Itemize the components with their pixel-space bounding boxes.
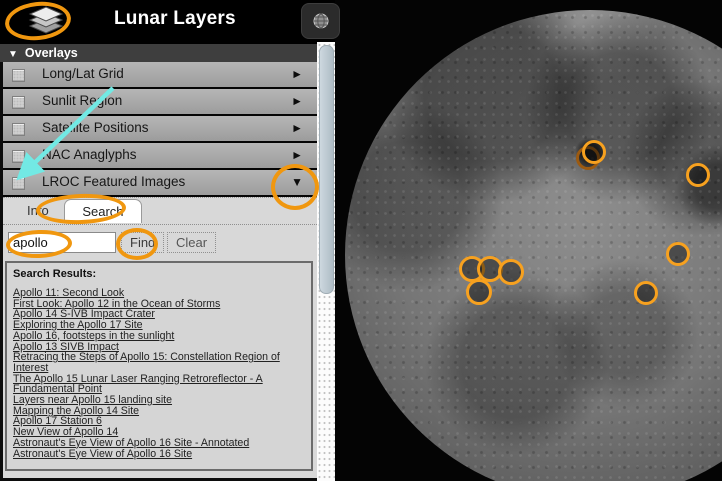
featured-image-marker[interactable] xyxy=(634,281,658,305)
overlay-label: Long/Lat Grid xyxy=(42,66,124,81)
globe-icon xyxy=(312,12,330,30)
tab-info[interactable]: Info xyxy=(15,198,61,222)
overlay-checkbox[interactable] xyxy=(12,177,25,190)
moon-globe[interactable] xyxy=(345,10,722,481)
lunar-layers-app: Lunar Layers ▼Overlays Long/Lat Grid►Sun… xyxy=(0,0,722,481)
search-results-heading: Search Results: xyxy=(13,268,305,280)
overlay-row-sunlit-region[interactable]: Sunlit Region ► xyxy=(3,89,317,116)
expander-icon[interactable]: ► xyxy=(291,148,303,162)
globe-button[interactable] xyxy=(301,3,340,39)
search-result-link[interactable]: Retracing the Steps of Apollo 15: Conste… xyxy=(13,352,305,373)
lroc-featured-panel: Info Search Find Clear Search Results: A… xyxy=(3,197,317,478)
overlay-label: LROC Featured Images xyxy=(42,174,185,189)
overlay-label: Sunlit Region xyxy=(42,93,122,108)
search-input[interactable] xyxy=(8,232,116,253)
overlay-row-nac-anaglyphs[interactable]: NAC Anaglyphs ► xyxy=(3,143,317,170)
featured-image-marker[interactable] xyxy=(666,242,690,266)
expander-icon[interactable]: ► xyxy=(291,67,303,81)
overlay-checkbox[interactable] xyxy=(12,123,25,136)
sidebar-scrollbar[interactable] xyxy=(317,42,335,481)
overlay-checkbox[interactable] xyxy=(12,69,25,82)
search-result-link[interactable]: Apollo 16, footsteps in the sunlight xyxy=(13,331,305,342)
expander-icon[interactable]: ► xyxy=(291,121,303,135)
overlay-row-satellite-positions[interactable]: Satellite Positions ► xyxy=(3,116,317,143)
featured-image-marker[interactable] xyxy=(498,259,524,285)
overlay-label: NAC Anaglyphs xyxy=(42,147,137,162)
layers-icon[interactable] xyxy=(28,5,64,44)
search-row: Find Clear xyxy=(3,225,317,259)
search-result-link[interactable]: Astronaut's Eye View of Apollo 16 Site -… xyxy=(13,438,305,449)
overlay-row-longlat-grid[interactable]: Long/Lat Grid ► xyxy=(3,62,317,89)
featured-image-marker[interactable] xyxy=(686,163,710,187)
layers-sidebar: Lunar Layers ▼Overlays Long/Lat Grid►Sun… xyxy=(0,0,335,481)
featured-image-marker[interactable] xyxy=(582,140,606,164)
page-title: Lunar Layers xyxy=(114,8,236,30)
moon-map[interactable] xyxy=(335,0,722,481)
tab-search[interactable]: Search xyxy=(64,199,141,223)
featured-image-marker[interactable] xyxy=(466,279,492,305)
tab-strip: Info Search xyxy=(3,198,317,225)
clear-button[interactable]: Clear xyxy=(167,232,216,253)
overlays-section-header[interactable]: ▼Overlays xyxy=(0,44,317,62)
expander-icon[interactable]: ▼ xyxy=(291,175,303,189)
overlay-checkbox[interactable] xyxy=(12,150,25,163)
search-results-box: Search Results: Apollo 11: Second LookFi… xyxy=(5,261,313,471)
find-button[interactable]: Find xyxy=(121,232,164,253)
sidebar-header: Lunar Layers xyxy=(0,0,335,44)
overlay-label: Satellite Positions xyxy=(42,120,149,135)
search-result-link[interactable]: The Apollo 15 Lunar Laser Ranging Retror… xyxy=(13,374,305,395)
overlays-section-label: Overlays xyxy=(25,46,78,60)
search-result-link[interactable]: Astronaut's Eye View of Apollo 16 Site xyxy=(13,449,305,460)
overlay-checkbox[interactable] xyxy=(12,96,25,109)
overlay-row-lroc-featured-images[interactable]: LROC Featured Images ▼ xyxy=(3,170,317,197)
scrollbar-thumb[interactable] xyxy=(319,45,334,294)
expander-icon[interactable]: ► xyxy=(291,94,303,108)
